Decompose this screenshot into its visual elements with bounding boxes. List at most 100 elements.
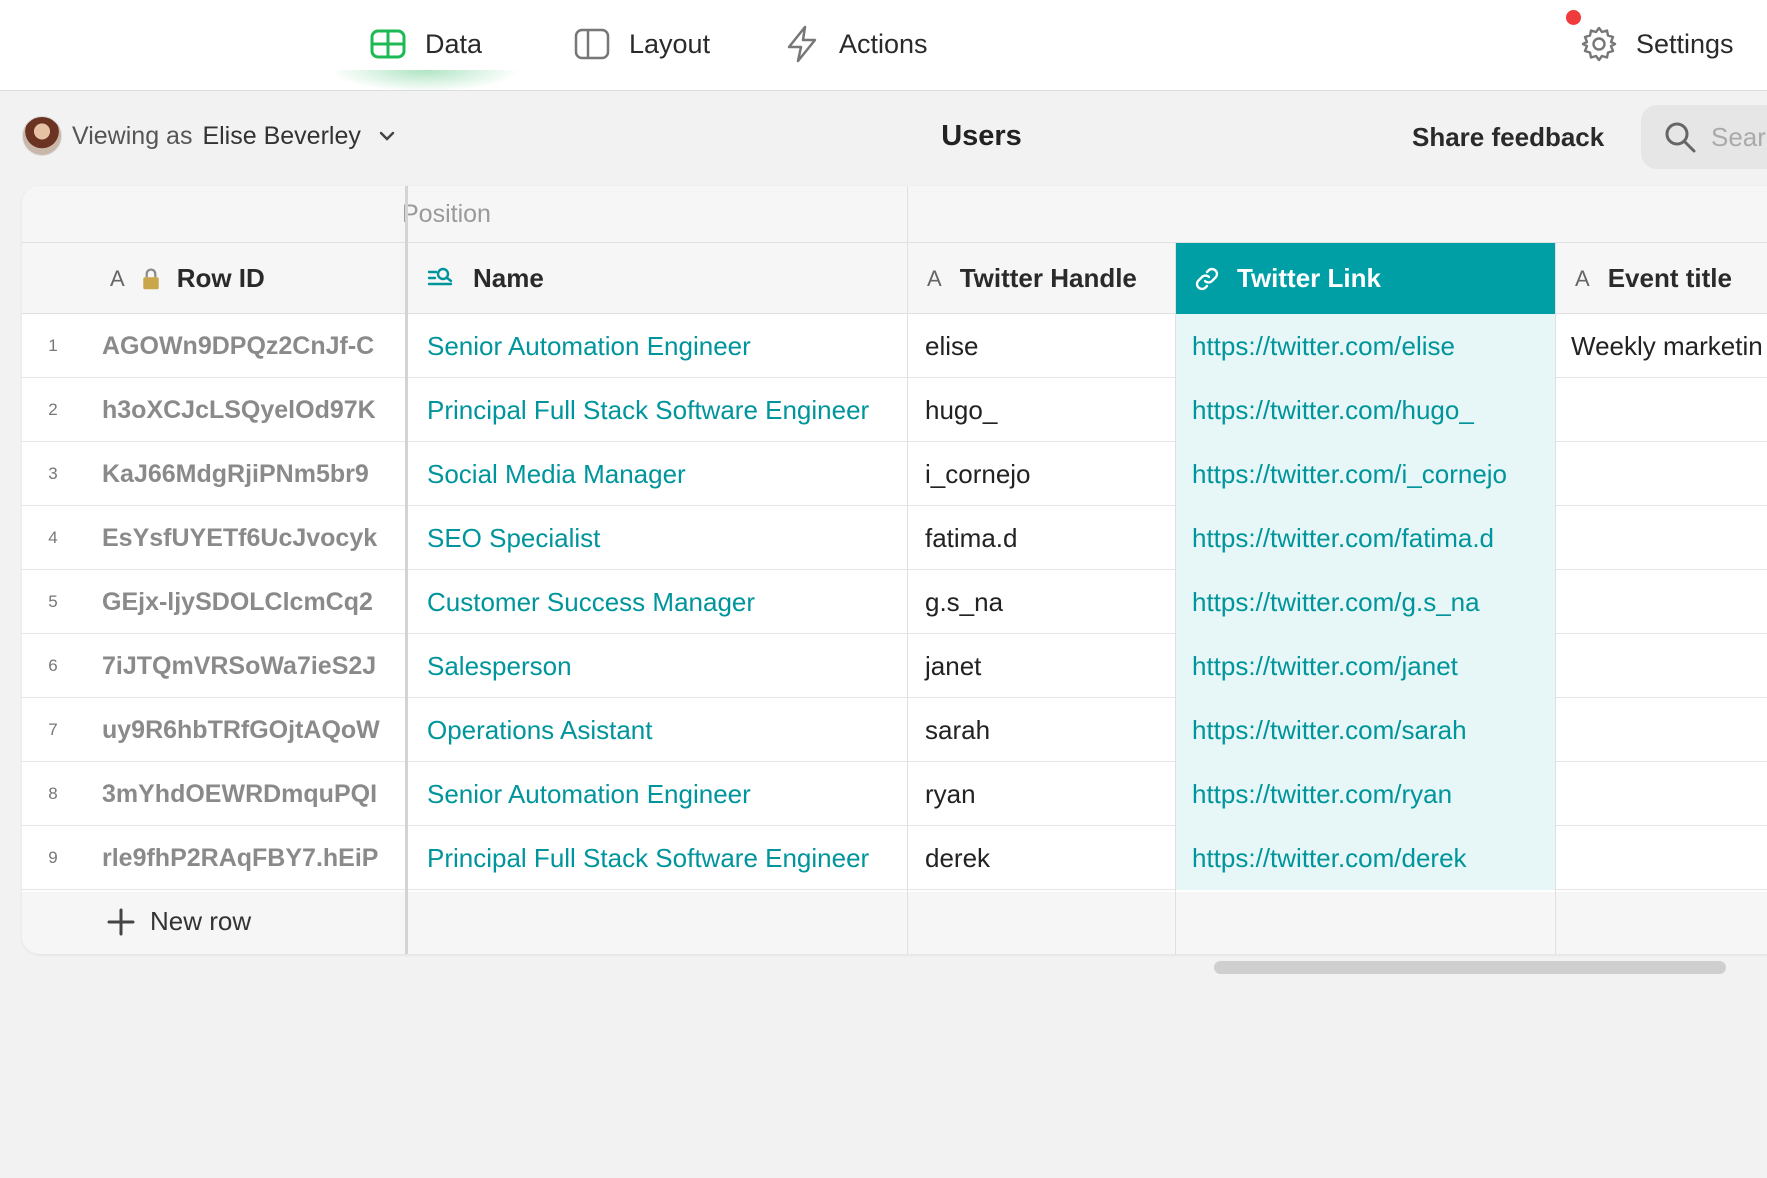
row-id-cell[interactable]: 7iJTQmVRSoWa7ieS2J xyxy=(102,634,408,698)
row-id-cell[interactable]: rle9fhP2RAqFBY7.hEiP xyxy=(102,826,408,890)
lock-icon xyxy=(142,267,159,289)
name-cell[interactable]: Principal Full Stack Software Engineer xyxy=(405,826,907,890)
twitter-link-cell[interactable]: https://twitter.com/hugo_ xyxy=(1175,378,1555,442)
event-title-cell[interactable] xyxy=(1555,442,1767,506)
name-cell[interactable]: Social Media Manager xyxy=(405,442,907,506)
table-row[interactable]: 4 EsYsfUYETf6UcJvocyk SEO Specialist fat… xyxy=(22,506,1767,570)
twitter-handle-cell[interactable]: fatima.d xyxy=(907,506,1175,570)
name-cell[interactable]: Salesperson xyxy=(405,634,907,698)
name-cell[interactable]: SEO Specialist xyxy=(405,506,907,570)
name-cell[interactable]: Principal Full Stack Software Engineer xyxy=(405,378,907,442)
twitter-handle-cell[interactable]: derek xyxy=(907,826,1175,890)
tab-actions[interactable]: Actions xyxy=(783,22,928,66)
name-cell[interactable]: Senior Automation Engineer xyxy=(405,314,907,378)
twitter-handle-cell[interactable]: elise xyxy=(907,314,1175,378)
search-box[interactable] xyxy=(1641,105,1767,169)
new-row-button[interactable]: New row xyxy=(106,906,251,937)
table-row[interactable]: 8 3mYhdOEWRDmquPQI Senior Automation Eng… xyxy=(22,762,1767,826)
table-row[interactable]: 6 7iJTQmVRSoWa7ieS2J Salesperson janet h… xyxy=(22,634,1767,698)
text-type-icon: A xyxy=(110,265,125,291)
event-title-cell[interactable] xyxy=(1555,762,1767,826)
column-header-event-title[interactable]: A Event title xyxy=(1555,243,1767,314)
twitter-handle-cell[interactable]: hugo_ xyxy=(907,378,1175,442)
row-id-cell[interactable]: 3mYhdOEWRDmquPQI xyxy=(102,762,408,826)
twitter-link-cell[interactable]: https://twitter.com/ryan xyxy=(1175,762,1555,826)
column-divider xyxy=(1175,243,1176,954)
lightning-icon xyxy=(787,25,817,63)
header-row: A Row ID Name A Twitter Handle Twitter L… xyxy=(22,243,1767,314)
row-number: 6 xyxy=(48,656,58,675)
name-cell[interactable]: Operations Asistant xyxy=(405,698,907,762)
twitter-link-cell[interactable]: https://twitter.com/fatima.d xyxy=(1175,506,1555,570)
table-row[interactable]: 5 GEjx-ljySDOLClcmCq2 Customer Success M… xyxy=(22,570,1767,634)
table-row[interactable]: 3 KaJ66MdgRjiPNm5br9 Social Media Manage… xyxy=(22,442,1767,506)
row-number: 7 xyxy=(48,720,58,739)
gear-icon xyxy=(1581,26,1617,62)
settings-label: Settings xyxy=(1636,28,1734,59)
table-row[interactable]: 9 rle9fhP2RAqFBY7.hEiP Principal Full St… xyxy=(22,826,1767,890)
row-id-cell[interactable]: AGOWn9DPQz2CnJf-C xyxy=(102,314,408,378)
frozen-column-divider xyxy=(405,186,408,954)
column-header-twitter-handle-label: Twitter Handle xyxy=(959,263,1137,293)
event-title-cell[interactable] xyxy=(1555,826,1767,890)
twitter-handle-cell[interactable]: janet xyxy=(907,634,1175,698)
top-navigation: Data Layout Actions Settings xyxy=(0,0,1767,92)
twitter-link-cell[interactable]: https://twitter.com/g.s_na xyxy=(1175,570,1555,634)
name-cell[interactable]: Customer Success Manager xyxy=(405,570,907,634)
column-header-row-id[interactable]: A Row ID xyxy=(110,243,406,314)
row-id-cell[interactable]: GEjx-ljySDOLClcmCq2 xyxy=(102,570,408,634)
twitter-handle-cell[interactable]: i_cornejo xyxy=(907,442,1175,506)
event-title-cell[interactable] xyxy=(1555,570,1767,634)
table-row[interactable]: 7 uy9R6hbTRfGOjtAQoW Operations Asistant… xyxy=(22,698,1767,762)
row-id-cell[interactable]: uy9R6hbTRfGOjtAQoW xyxy=(102,698,408,762)
column-header-name[interactable]: Name xyxy=(405,243,907,314)
event-title-cell[interactable] xyxy=(1555,506,1767,570)
row-number: 2 xyxy=(48,400,58,419)
notification-dot xyxy=(1566,10,1581,25)
sub-header: Viewing as Elise Beverley Users Share fe… xyxy=(0,92,1767,182)
data-table: Position A Row ID Name A Twitter Handle xyxy=(22,186,1767,954)
tab-data[interactable]: Data xyxy=(369,22,482,66)
row-number: 5 xyxy=(48,592,58,611)
event-title-cell[interactable]: Weekly marketin xyxy=(1555,314,1767,378)
row-id-cell[interactable]: EsYsfUYETf6UcJvocyk xyxy=(102,506,408,570)
twitter-link-cell[interactable]: https://twitter.com/sarah xyxy=(1175,698,1555,762)
search-list-icon xyxy=(427,267,453,285)
layout-panel-icon xyxy=(574,28,610,60)
twitter-link-cell[interactable]: https://twitter.com/i_cornejo xyxy=(1175,442,1555,506)
text-type-icon: A xyxy=(927,265,942,291)
column-header-row-id-label: Row ID xyxy=(176,263,265,293)
row-number: 3 xyxy=(48,464,58,483)
column-group-row: Position xyxy=(22,186,1767,243)
tab-data-label: Data xyxy=(425,28,483,59)
row-id-cell[interactable]: h3oXCJcLSQyelOd97K xyxy=(102,378,408,442)
twitter-link-cell[interactable]: https://twitter.com/derek xyxy=(1175,826,1555,890)
tab-actions-label: Actions xyxy=(839,28,928,59)
twitter-handle-cell[interactable]: g.s_na xyxy=(907,570,1175,634)
row-id-cell[interactable]: KaJ66MdgRjiPNm5br9 xyxy=(102,442,408,506)
new-row-area: New row xyxy=(22,892,1767,954)
horizontal-scrollbar[interactable] xyxy=(1214,961,1726,974)
search-input[interactable] xyxy=(1711,121,1767,153)
column-header-twitter-link[interactable]: Twitter Link xyxy=(1175,243,1555,314)
share-feedback-button[interactable]: Share feedback xyxy=(1412,122,1604,153)
row-number: 1 xyxy=(48,336,58,355)
event-title-cell[interactable] xyxy=(1555,378,1767,442)
table-row[interactable]: 1 AGOWn9DPQz2CnJf-C Senior Automation En… xyxy=(22,314,1767,378)
twitter-link-cell[interactable]: https://twitter.com/janet xyxy=(1175,634,1555,698)
twitter-handle-cell[interactable]: ryan xyxy=(907,762,1175,826)
row-number: 4 xyxy=(48,528,58,547)
event-title-cell[interactable] xyxy=(1555,634,1767,698)
event-title-cell[interactable] xyxy=(1555,698,1767,762)
column-header-twitter-handle[interactable]: A Twitter Handle xyxy=(907,243,1175,314)
link-icon xyxy=(1195,267,1219,290)
plus-icon xyxy=(107,908,135,935)
twitter-handle-cell[interactable]: sarah xyxy=(907,698,1175,762)
column-group-position: Position xyxy=(402,200,491,228)
settings-button[interactable]: Settings xyxy=(1580,22,1734,66)
twitter-link-cell[interactable]: https://twitter.com/elise xyxy=(1175,314,1555,378)
tab-layout[interactable]: Layout xyxy=(573,22,710,66)
column-header-twitter-link-label: Twitter Link xyxy=(1237,263,1381,293)
name-cell[interactable]: Senior Automation Engineer xyxy=(405,762,907,826)
table-row[interactable]: 2 h3oXCJcLSQyelOd97K Principal Full Stac… xyxy=(22,378,1767,442)
